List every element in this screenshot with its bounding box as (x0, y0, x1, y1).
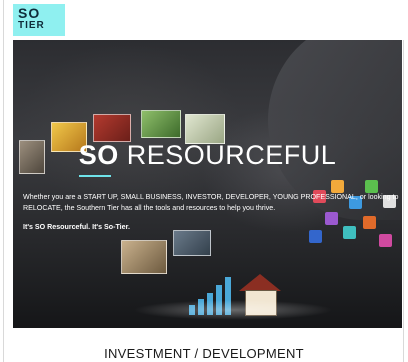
section-heading: INVESTMENT / DEVELOPMENT (104, 346, 304, 361)
hero-title-rest: RESOURCEFUL (118, 140, 337, 170)
logo-line-so: SO (18, 5, 41, 21)
app-tile-icon (363, 216, 376, 229)
house-roof-graphic (239, 274, 281, 291)
app-tile-icon (379, 234, 392, 247)
page-frame: SO TIER SO RESOURCEFUL Whether you are a… (3, 0, 404, 362)
hero-photo-tile (93, 114, 131, 142)
hero-title-underline (79, 175, 111, 177)
hero-description: Whether you are a START UP, SMALL BUSINE… (23, 193, 399, 212)
hero-title: SO RESOURCEFUL (13, 140, 402, 171)
hero-photo-tile (141, 110, 181, 138)
hero-title-bold: SO (78, 140, 119, 170)
tablet-glow-graphic (133, 300, 333, 320)
hero-banner: SO RESOURCEFUL Whether you are a START U… (13, 40, 402, 328)
site-header: SO TIER (4, 0, 404, 40)
hero-photo-tile (173, 230, 211, 256)
so-tier-logo[interactable]: SO TIER (13, 4, 65, 36)
logo-line-tier: TIER (18, 20, 45, 31)
hero-photo-tile (121, 240, 167, 274)
app-tile-icon (309, 230, 322, 243)
app-tile-icon (343, 226, 356, 239)
hero-tagline: It's SO Resourceful. It's So-Tier. (23, 223, 130, 231)
